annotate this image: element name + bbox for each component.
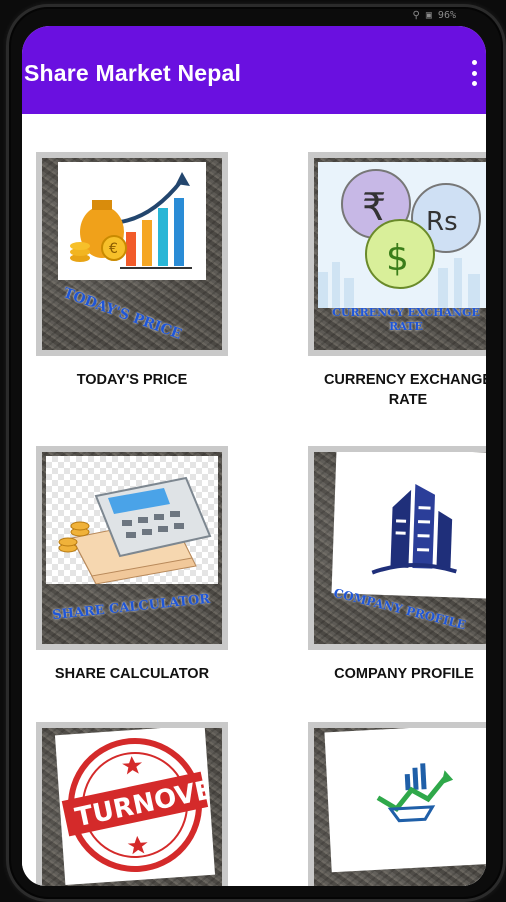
status-bar: ⚲ ▣ 96% — [413, 6, 456, 24]
status-text: ⚲ ▣ 96% — [412, 9, 456, 21]
tile-todays-price[interactable]: € TODAY'S PRICE — [36, 152, 228, 356]
app-title: Share Market Nepal — [24, 60, 242, 86]
tile-currency-exchange-rate[interactable]: ₹ Rs $ CURRENCY EXCHANGE RATE — [308, 152, 486, 356]
tile-overlay-text: CURRENCY EXCHANGE RATE — [332, 306, 480, 333]
dollar-symbol: $ — [386, 238, 409, 279]
menu-grid: € TODAY'S PRICE TODAY'S PRICE ₹ Rs $ CUR… — [22, 114, 486, 886]
tile-stock-trend[interactable] — [308, 722, 486, 886]
calculator-icon — [46, 456, 218, 584]
svg-text:€: € — [109, 241, 118, 257]
tile-turnover[interactable]: TURNOVER — [36, 722, 228, 886]
overflow-menu-icon[interactable] — [466, 60, 482, 86]
card-label-share-calculator: SHARE CALCULATOR — [54, 666, 210, 682]
tile-company-profile[interactable]: COMPANY PROFILE — [308, 446, 486, 650]
app-bar: Share Market Nepal — [22, 26, 486, 114]
tile-overlay-text: TODAY'S PRICE — [61, 285, 184, 343]
tile-share-calculator[interactable]: SHARE CALCULATOR — [36, 446, 228, 650]
card-label-company-profile: COMPANY PROFILE — [334, 666, 474, 682]
building-icon — [331, 452, 486, 599]
currency-coins-icon: ₹ Rs $ — [318, 162, 486, 308]
card-label-todays-price: TODAY'S PRICE — [76, 372, 188, 388]
rupee-symbol: ₹ — [362, 185, 386, 229]
app-screen: Share Market Nepal € TODAY'S PRICE TODAY… — [22, 26, 486, 886]
rs-symbol: Rs — [426, 207, 458, 237]
turnover-stamp-icon: TURNOVER — [54, 728, 216, 886]
money-growth-chart-icon: € — [58, 162, 206, 280]
stock-trend-icon — [324, 728, 486, 873]
card-label-currency-exchange-rate: CURRENCY EXCHANGE RATE — [323, 372, 486, 408]
tile-overlay-text: SHARE CALCULATOR — [51, 591, 211, 624]
